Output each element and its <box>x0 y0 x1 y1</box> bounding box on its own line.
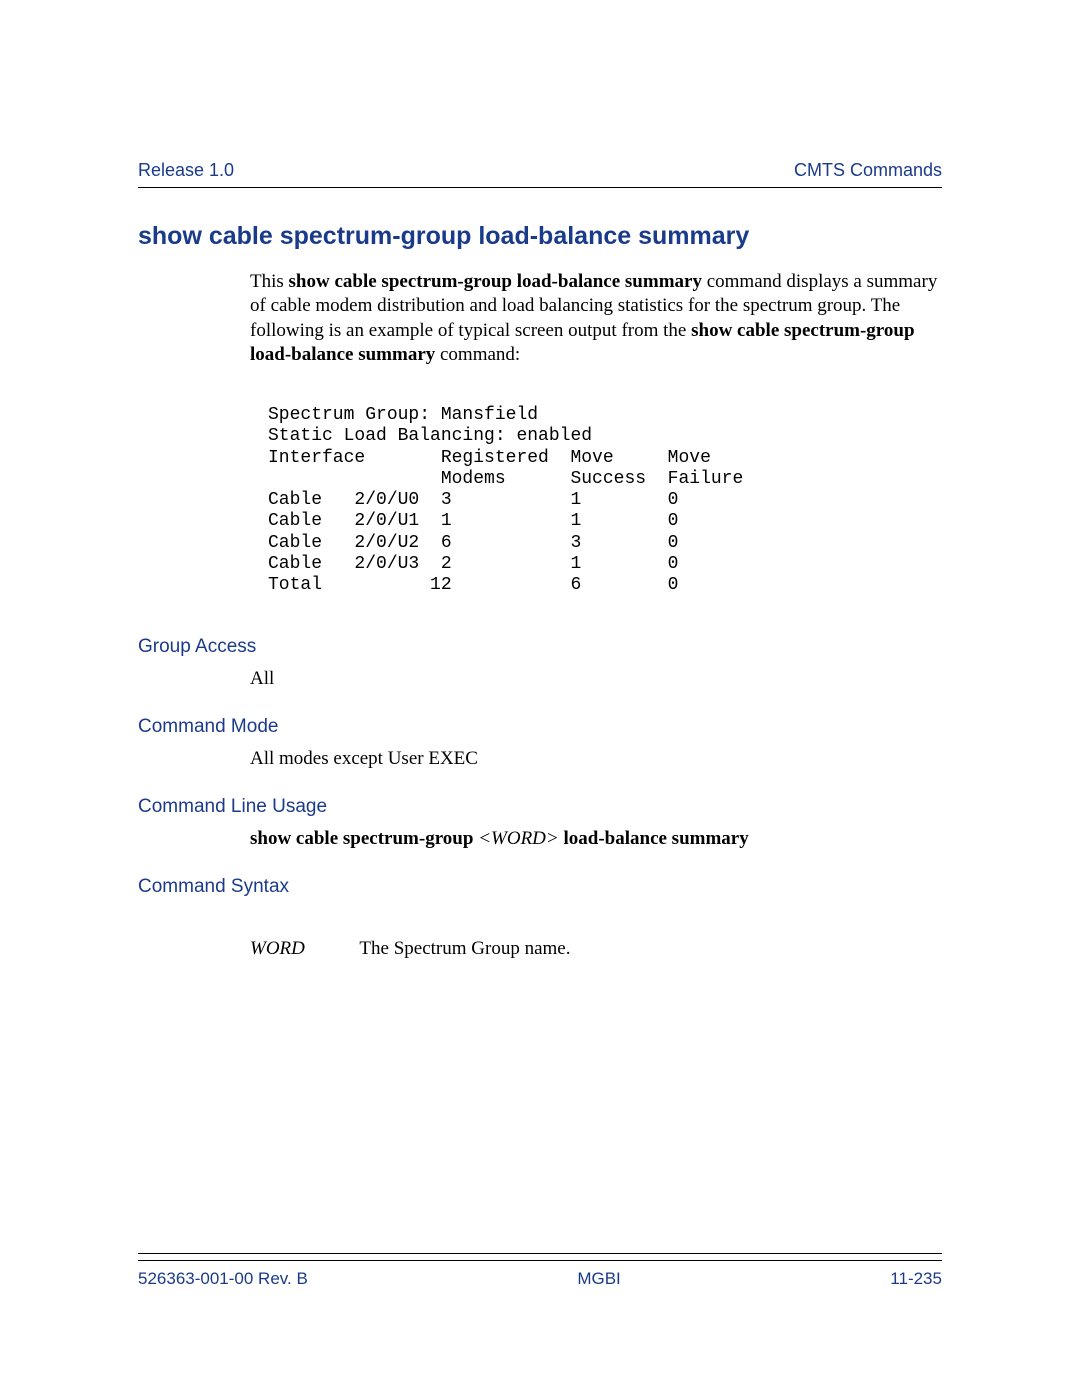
section-command-syntax: Command Syntax <box>138 876 942 898</box>
footer-left: 526363-001-00 Rev. B <box>138 1269 308 1289</box>
syntax-desc: The Spectrum Group name. <box>359 938 570 959</box>
footer-rule-1 <box>138 1253 942 1258</box>
intro-text-a: This <box>250 271 289 292</box>
footer-rule-2 <box>138 1260 942 1261</box>
group-access-value: All <box>250 668 942 690</box>
page-title: show cable spectrum-group load-balance s… <box>138 222 942 251</box>
footer-right: 11-235 <box>890 1269 942 1289</box>
header-left: Release 1.0 <box>138 160 234 181</box>
usage-lt: < <box>478 828 491 849</box>
command-mode-value: All modes except User EXEC <box>250 748 942 770</box>
usage-suffix: load-balance summary <box>559 828 749 849</box>
footer-row: 526363-001-00 Rev. B MGBI 11-235 <box>138 1269 942 1289</box>
page: Release 1.0 CMTS Commands show cable spe… <box>0 0 1080 1397</box>
usage-gt: > <box>546 828 559 849</box>
section-command-mode: Command Mode <box>138 716 942 738</box>
intro-bold-1: show cable spectrum-group load-balance s… <box>289 271 702 292</box>
intro-paragraph: This show cable spectrum-group load-bala… <box>250 270 942 367</box>
terminal-output: Spectrum Group: Mansfield Static Load Ba… <box>268 405 942 596</box>
syntax-row: WORD The Spectrum Group name. <box>250 938 942 960</box>
header-right: CMTS Commands <box>794 160 942 181</box>
footer-center: MGBI <box>577 1269 620 1289</box>
page-header: Release 1.0 CMTS Commands <box>138 160 942 188</box>
page-footer: 526363-001-00 Rev. B MGBI 11-235 <box>138 1253 942 1289</box>
usage-prefix: show cable spectrum-group <box>250 828 478 849</box>
section-group-access: Group Access <box>138 636 942 658</box>
syntax-term: WORD <box>250 938 355 960</box>
usage-word: WORD <box>491 828 546 849</box>
intro-text-e: command: <box>435 344 520 365</box>
section-command-line-usage: Command Line Usage <box>138 796 942 818</box>
command-line-usage-value: show cable spectrum-group <WORD> load-ba… <box>250 828 942 850</box>
